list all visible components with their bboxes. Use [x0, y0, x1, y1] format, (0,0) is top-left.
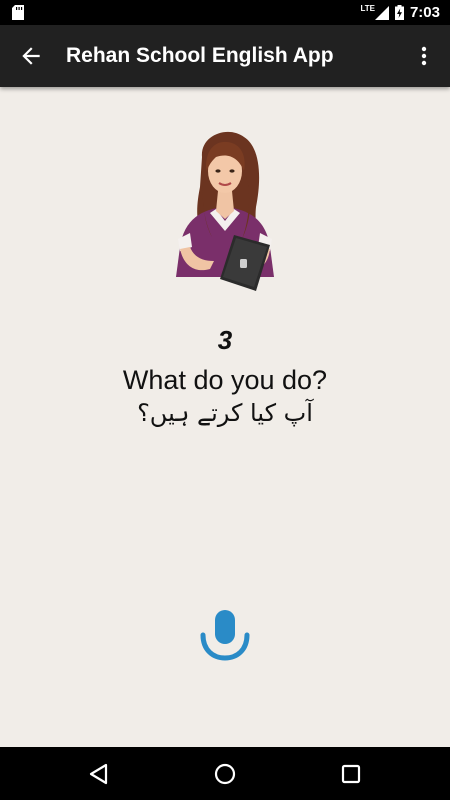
english-phrase: What do you do?: [122, 365, 328, 395]
status-bar: LTE 7:03: [0, 0, 450, 25]
battery-charging-icon: [394, 5, 404, 20]
clock: 7:03: [409, 4, 440, 21]
nav-home-icon[interactable]: [212, 761, 238, 787]
nav-recents-icon[interactable]: [338, 761, 364, 787]
urdu-phrase: آپ کیا کرتے ہیں؟: [137, 399, 313, 427]
nav-back-icon[interactable]: [86, 761, 112, 787]
lesson-number: 3: [217, 325, 233, 355]
microphone-icon[interactable]: [199, 610, 251, 664]
lte-label: LTE: [360, 4, 375, 13]
teacher-illustration: [176, 131, 274, 291]
system-nav-bar: [0, 747, 450, 800]
more-vert-icon[interactable]: [412, 43, 436, 69]
app-bar: Rehan School English App: [0, 25, 450, 87]
arrow-back-icon[interactable]: [18, 43, 44, 69]
app-title: Rehan School English App: [66, 44, 334, 67]
signal-icon: [374, 5, 389, 20]
sd-card-icon: [12, 5, 24, 20]
lesson-content: 3 What do you do? آپ کیا کرتے ہیں؟: [0, 87, 450, 747]
